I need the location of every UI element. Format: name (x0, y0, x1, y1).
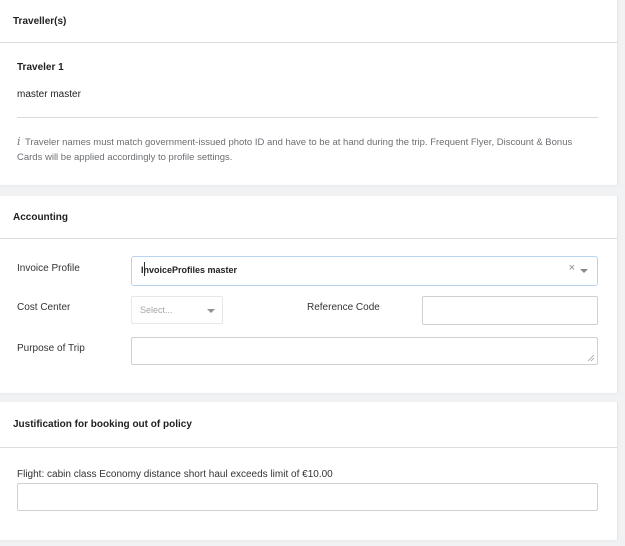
purpose-of-trip-textarea[interactable] (131, 337, 598, 365)
invoice-profile-select[interactable]: InvoiceProfiles master × (131, 256, 598, 286)
chevron-down-icon[interactable] (207, 309, 215, 313)
flight-justification-label: Flight: cabin class Economy distance sho… (17, 469, 333, 480)
traveler-info-text: Traveler names must match government-iss… (17, 137, 573, 163)
traveler-name: master master (17, 89, 81, 100)
traveller-section-title: Traveller(s) (0, 0, 617, 43)
purpose-of-trip-label: Purpose of Trip (17, 343, 85, 354)
cost-center-placeholder: Select... (140, 305, 173, 315)
traveler-title: Traveler 1 (17, 62, 64, 73)
traveler-info-note: i Traveler names must match government-i… (17, 134, 587, 165)
info-icon: i (17, 135, 21, 148)
reference-code-input[interactable] (422, 296, 598, 325)
traveller-section: Traveller(s) Traveler 1 master master i … (0, 0, 618, 185)
clear-icon[interactable]: × (569, 262, 575, 274)
reference-code-label: Reference Code (307, 302, 380, 313)
accounting-section-title: Accounting (0, 196, 617, 239)
cost-center-select[interactable]: Select... (131, 296, 223, 324)
resize-handle-icon[interactable] (587, 354, 595, 362)
chevron-down-icon[interactable] (580, 269, 588, 273)
flight-justification-input[interactable] (17, 483, 598, 511)
traveler-divider (17, 117, 598, 118)
invoice-profile-label: Invoice Profile (17, 263, 80, 274)
invoice-profile-value: InvoiceProfiles master (141, 265, 238, 275)
justification-section-title: Justification for booking out of policy (0, 402, 617, 448)
cost-center-label: Cost Center (17, 302, 71, 313)
